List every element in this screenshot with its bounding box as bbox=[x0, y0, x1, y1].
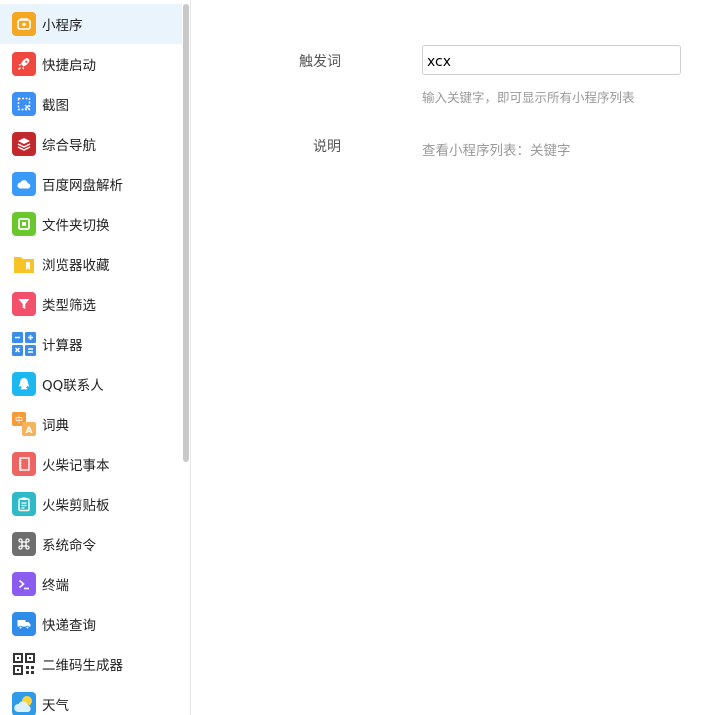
layers-icon bbox=[12, 132, 36, 156]
sidebar-item[interactable]: 浏览器收藏 bbox=[0, 244, 182, 284]
sidebar-item[interactable]: 文件夹切换 bbox=[0, 204, 182, 244]
sidebar-item-label: 终端 bbox=[42, 578, 69, 594]
sidebar-item-label: 火柴记事本 bbox=[42, 458, 110, 474]
sidebar-item-label: 系统命令 bbox=[42, 538, 96, 554]
sidebar-item-label: 天气 bbox=[42, 698, 69, 714]
sidebar-item[interactable]: 百度网盘解析 bbox=[0, 164, 182, 204]
clipboard-icon bbox=[12, 492, 36, 516]
sidebar-item[interactable]: 中 A 词典 bbox=[0, 404, 182, 444]
rocket-icon bbox=[12, 52, 36, 76]
sidebar-item-label: 文件夹切换 bbox=[42, 218, 110, 234]
delivery-truck-icon bbox=[12, 612, 36, 636]
sidebar-item[interactable]: 计算器 bbox=[0, 324, 182, 364]
sidebar-item-label: 截图 bbox=[42, 98, 69, 114]
sidebar-item-label: 快捷启动 bbox=[42, 58, 96, 74]
description-label: 说明 bbox=[313, 139, 341, 155]
folder-switch-icon bbox=[12, 212, 36, 236]
sidebar-item[interactable]: QQ联系人 bbox=[0, 364, 182, 404]
sidebar-item[interactable]: 火柴记事本 bbox=[0, 444, 182, 484]
sidebar-item[interactable]: 综合导航 bbox=[0, 124, 182, 164]
sidebar-item-label: 百度网盘解析 bbox=[42, 178, 123, 194]
sidebar-item[interactable]: 系统命令 bbox=[0, 524, 182, 564]
sidebar-item-label: 火柴剪贴板 bbox=[42, 498, 110, 514]
svg-text:A: A bbox=[26, 426, 33, 436]
dictionary-icon: 中A bbox=[12, 412, 36, 436]
sidebar-item-label: 二维码生成器 bbox=[42, 658, 123, 674]
sidebar-item-label: 快递查询 bbox=[42, 618, 96, 634]
qq-icon bbox=[12, 372, 36, 396]
svg-text:中: 中 bbox=[15, 415, 23, 425]
calculator-icon bbox=[12, 332, 36, 356]
trigger-word-input[interactable] bbox=[422, 45, 681, 75]
terminal-icon bbox=[12, 572, 36, 596]
sidebar-item-label: 小程序 bbox=[42, 18, 83, 34]
screenshot-icon bbox=[12, 92, 36, 116]
sidebar-item[interactable]: 终端 bbox=[0, 564, 182, 604]
filter-icon bbox=[12, 292, 36, 316]
bookmark-folder-icon bbox=[12, 252, 36, 276]
sidebar-item[interactable]: 天气 bbox=[0, 684, 182, 715]
sidebar-item-label: 浏览器收藏 bbox=[42, 258, 110, 274]
sidebar-item[interactable]: 类型筛选 bbox=[0, 284, 182, 324]
sidebar-item[interactable]: 截图 bbox=[0, 84, 182, 124]
command-icon bbox=[12, 532, 36, 556]
sidebar-item[interactable]: 小程序 bbox=[0, 4, 182, 44]
trigger-word-hint: 输入关键字，即可显示所有小程序列表 bbox=[422, 90, 635, 105]
qr-code-icon bbox=[12, 652, 36, 676]
cloud-icon bbox=[12, 172, 36, 196]
sidebar-item-label: QQ联系人 bbox=[42, 378, 104, 394]
trigger-word-label: 触发词 bbox=[299, 54, 341, 70]
sidebar-item-label: 计算器 bbox=[42, 338, 83, 354]
sidebar-item-label: 综合导航 bbox=[42, 138, 96, 154]
notebook-icon bbox=[12, 452, 36, 476]
plugin-settings-panel: 触发词 输入关键字，即可显示所有小程序列表 说明 查看小程序列表：关键字 bbox=[191, 0, 711, 715]
sidebar-item[interactable]: 火柴剪贴板 bbox=[0, 484, 182, 524]
plugin-list: 小程序快捷启动截图综合导航百度网盘解析 文件夹切换浏览器收藏类型筛选计算器 QQ联系… bbox=[0, 4, 182, 715]
weather-icon bbox=[12, 692, 36, 715]
sidebar-item[interactable]: 快捷启动 bbox=[0, 44, 182, 84]
description-text: 查看小程序列表：关键字 bbox=[422, 143, 571, 159]
sidebar-item[interactable]: 快递查询 bbox=[0, 604, 182, 644]
sidebar-item[interactable]: 二维码生成器 bbox=[0, 644, 182, 684]
plugin-sidebar: 小程序快捷启动截图综合导航百度网盘解析 文件夹切换浏览器收藏类型筛选计算器 QQ联系… bbox=[0, 0, 191, 715]
sidebar-scrollbar[interactable] bbox=[183, 4, 189, 462]
mini-program-icon bbox=[12, 12, 36, 36]
sidebar-item-label: 类型筛选 bbox=[42, 298, 96, 314]
sidebar-item-label: 词典 bbox=[42, 418, 69, 434]
